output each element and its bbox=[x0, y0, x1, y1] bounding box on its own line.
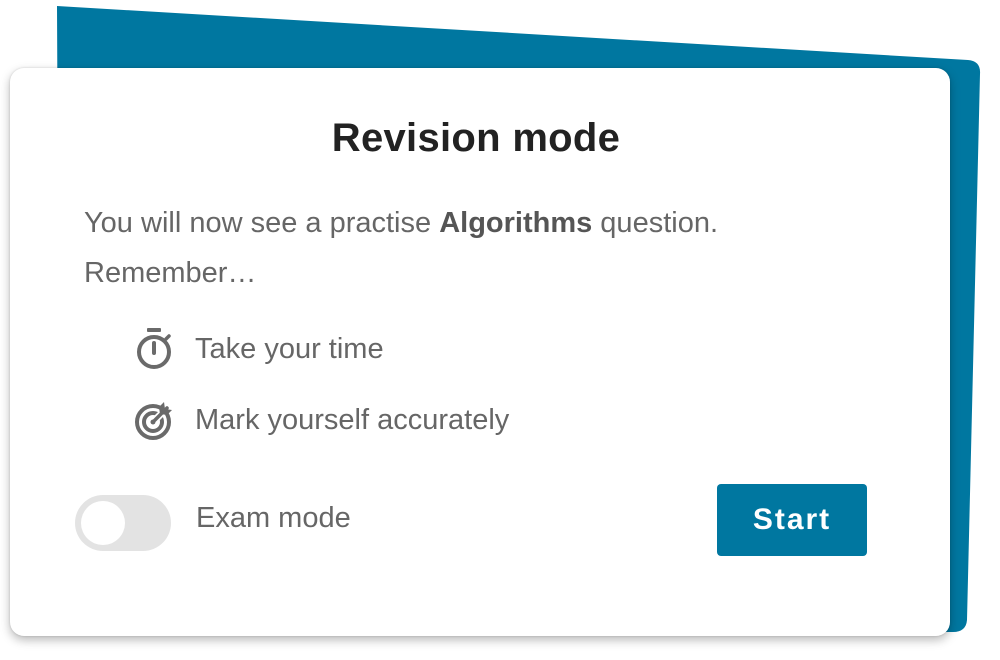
dialog-title: Revision mode bbox=[331, 116, 621, 160]
stopwatch-icon bbox=[134, 327, 174, 371]
intro-text-before: You will now see a practise bbox=[84, 207, 440, 239]
exam-mode-label: Exam mode bbox=[196, 502, 351, 534]
intro-text-after: question. bbox=[592, 207, 719, 239]
intro-subject: Algorithms bbox=[439, 207, 593, 239]
tip-item-mark-accurately: Mark yourself accurately bbox=[134, 398, 509, 442]
intro-text: You will now see a practise Algorithms q… bbox=[84, 198, 904, 298]
start-button[interactable]: Start bbox=[717, 484, 867, 556]
revision-mode-dialog: Revision mode You will now see a practis… bbox=[0, 0, 1000, 660]
tip-label: Mark yourself accurately bbox=[195, 403, 510, 436]
intro-remember: Remember… bbox=[84, 257, 257, 289]
toggle-knob bbox=[81, 501, 125, 545]
tip-label: Take your time bbox=[195, 332, 384, 365]
exam-mode-toggle[interactable] bbox=[75, 495, 171, 551]
tip-item-take-time: Take your time bbox=[134, 327, 384, 371]
target-icon bbox=[134, 398, 174, 442]
